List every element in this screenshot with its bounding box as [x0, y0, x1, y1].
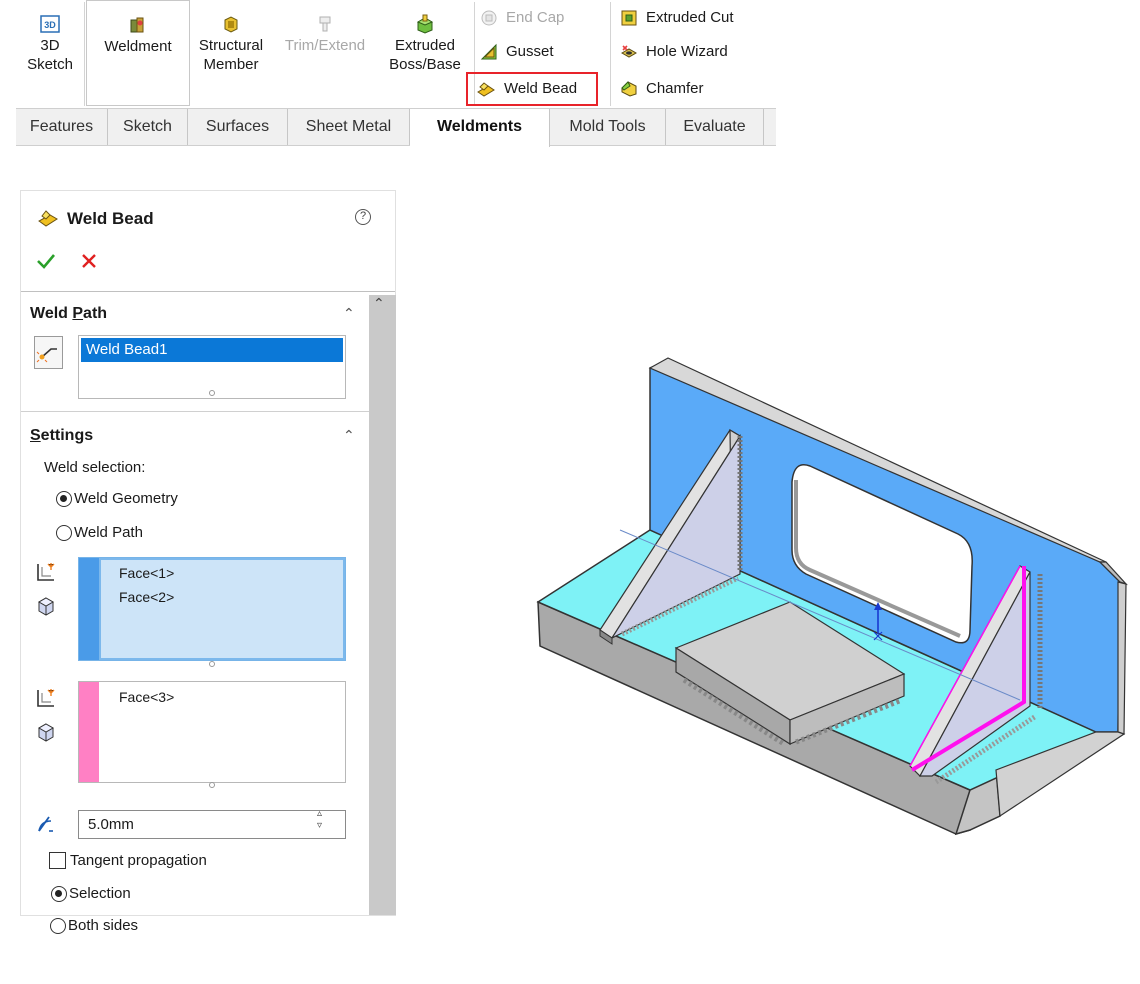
cancel-x-icon[interactable]: [81, 253, 97, 269]
extruded-boss-icon: [416, 14, 434, 34]
graphics-area-3d-model[interactable]: [500, 330, 1130, 850]
gusset-label: Gusset: [506, 43, 554, 60]
end-cap-label: End Cap: [506, 9, 565, 26]
chamfer-label: Chamfer: [646, 80, 704, 97]
weld-path-selector-button[interactable]: [34, 336, 63, 369]
settings-section-title[interactable]: Settings: [30, 427, 93, 445]
tab-mold-tools[interactable]: Mold Tools: [550, 109, 666, 145]
tangent-propagation-label: Tangent propagation: [70, 852, 207, 869]
face-set1-icon[interactable]: [35, 561, 57, 583]
radio-selection[interactable]: [51, 886, 67, 902]
settings-collapse-icon[interactable]: ⌃: [343, 427, 355, 444]
weld-path-section-title[interactable]: Weld Path: [30, 305, 107, 323]
weld-path-collapse-icon[interactable]: ⌃: [343, 305, 355, 322]
extruded-cut-label: Extruded Cut: [646, 9, 734, 26]
face-set2-icon[interactable]: [35, 687, 57, 709]
tab-features[interactable]: Features: [16, 109, 108, 145]
3d-sketch-button[interactable]: 3D 3D Sketch: [20, 14, 80, 74]
face-set1-color-swatch: [79, 558, 99, 660]
trim-extend-button[interactable]: Trim/Extend: [278, 14, 372, 55]
extruded-boss-label-line2: Boss/Base: [389, 56, 461, 73]
extruded-cut-button[interactable]: Extruded Cut: [620, 4, 734, 32]
ok-checkmark-icon[interactable]: [36, 252, 56, 270]
weld-bead-icon: [38, 210, 58, 227]
structural-member-label-line1: Structural: [198, 37, 264, 54]
structural-member-button[interactable]: Structural Member: [188, 14, 274, 74]
weld-path-item-label: Weld Bead1: [86, 341, 168, 358]
weld-bead-icon: [477, 82, 495, 97]
end-cap-icon: [481, 10, 497, 26]
extruded-boss-label-line1: Extruded: [394, 37, 456, 54]
tab-weldments[interactable]: Weldments: [410, 109, 550, 147]
radio-weld-geometry-label: Weld Geometry: [74, 490, 178, 507]
radio-weld-path[interactable]: [56, 525, 72, 541]
svg-text:3D: 3D: [44, 20, 56, 30]
chamfer-button[interactable]: Chamfer: [620, 75, 704, 103]
gusset-button[interactable]: Gusset: [480, 38, 554, 66]
face-set2-list[interactable]: Face<3>: [78, 681, 346, 788]
face-set2-item-1[interactable]: Face<3>: [119, 689, 174, 705]
list-resize-grip[interactable]: [209, 390, 215, 396]
property-manager-scrollbar[interactable]: [369, 295, 396, 915]
weldment-icon: [130, 17, 144, 33]
weldment-button[interactable]: Weldment: [86, 0, 190, 106]
bead-size-value: 5.0mm: [88, 816, 134, 833]
face-set2-color-swatch: [79, 682, 99, 782]
3d-sketch-icon: 3D: [40, 15, 60, 33]
tab-evaluate[interactable]: Evaluate: [666, 109, 764, 145]
face-set1-list[interactable]: Face<1> Face<2>: [78, 557, 346, 667]
command-manager-ribbon: 3D 3D Sketch Weldment Structural Member …: [16, 0, 776, 147]
face-set2-cube-icon[interactable]: [37, 722, 55, 742]
end-cap-button[interactable]: End Cap: [480, 4, 564, 32]
face-set1-item-2[interactable]: Face<2>: [119, 589, 174, 605]
weld-path-list[interactable]: Weld Bead1: [78, 335, 346, 399]
weld-bead-label: Weld Bead: [504, 80, 578, 97]
hole-wizard-button[interactable]: Hole Wizard: [620, 38, 728, 66]
weld-bead-button[interactable]: Weld Bead: [476, 75, 577, 103]
3d-sketch-label-line2: Sketch: [27, 56, 73, 73]
radio-weld-path-label: Weld Path: [74, 524, 143, 541]
page-title: Weld Bead: [67, 209, 154, 228]
structural-member-label-line2: Member: [203, 56, 259, 73]
hole-wizard-label: Hole Wizard: [646, 43, 728, 60]
extruded-boss-base-button[interactable]: Extruded Boss/Base: [382, 14, 468, 74]
list-resize-grip[interactable]: [209, 782, 215, 788]
tab-surfaces[interactable]: Surfaces: [188, 109, 288, 145]
structural-member-icon: [224, 16, 238, 33]
extruded-cut-icon: [621, 10, 637, 26]
face-set1-item-1[interactable]: Face<1>: [119, 565, 174, 581]
radio-both-sides-label: Both sides: [68, 917, 139, 934]
weld-torch-icon: [36, 348, 57, 363]
radio-both-sides[interactable]: [50, 918, 66, 934]
bead-size-icon: [38, 816, 53, 832]
help-icon[interactable]: ?: [355, 209, 371, 225]
gusset-icon: [480, 43, 497, 60]
bead-size-spinner[interactable]: ▵ ▿: [317, 808, 322, 832]
radio-weld-geometry[interactable]: [56, 491, 72, 507]
list-resize-grip[interactable]: [209, 661, 215, 667]
bead-size-input[interactable]: 5.0mm: [78, 810, 346, 839]
weld-bead-property-manager: Weld Bead ? ⌃ Weld Path ⌃ Weld Bead1 Set…: [20, 190, 396, 916]
face-set1-cube-icon[interactable]: [37, 596, 55, 616]
radio-selection-label: Selection: [69, 885, 131, 902]
command-manager-tabs: Features Sketch Surfaces Sheet Metal Wel…: [16, 108, 776, 147]
weld-selection-label: Weld selection:: [44, 459, 146, 476]
weldment-label: Weldment: [104, 38, 172, 55]
chamfer-icon: [621, 81, 637, 97]
tab-sheet-metal[interactable]: Sheet Metal: [288, 109, 410, 145]
tab-sketch[interactable]: Sketch: [108, 109, 188, 145]
tangent-propagation-checkbox[interactable]: [49, 852, 66, 869]
hole-wizard-icon: [620, 45, 638, 58]
trim-extend-label: Trim/Extend: [284, 37, 366, 54]
trim-extend-icon: [319, 16, 331, 32]
scroll-up-arrow-icon[interactable]: ⌃: [373, 295, 385, 312]
3d-sketch-label-line1: 3D: [40, 37, 60, 54]
